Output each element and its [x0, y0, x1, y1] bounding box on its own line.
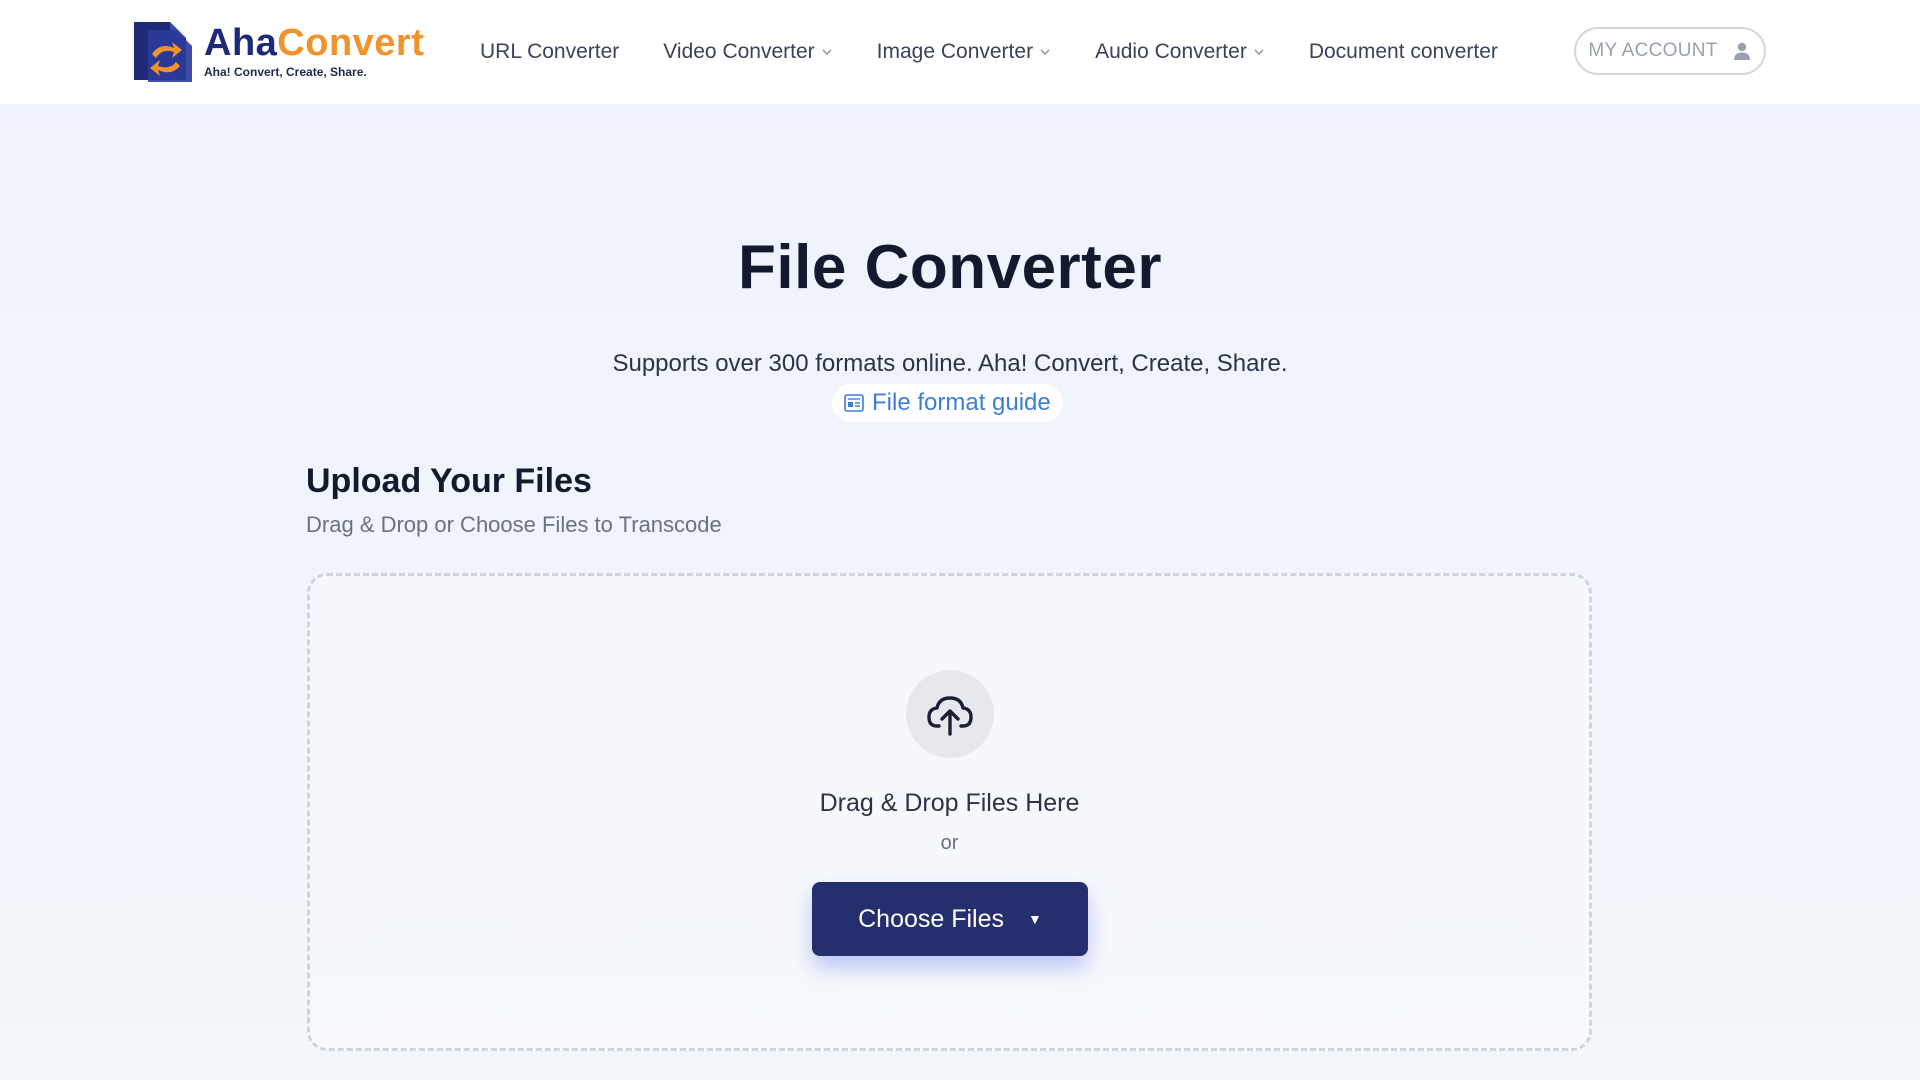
logo[interactable]: AhaConvert Aha! Convert, Create, Share.	[130, 20, 430, 82]
dropzone-text: Drag & Drop Files Here	[819, 789, 1080, 817]
logo-name-part2: Convert	[277, 22, 425, 64]
choose-files-label: Choose Files	[858, 904, 1005, 933]
logo-tagline: Aha! Convert, Create, Share.	[204, 65, 367, 79]
my-account-label: MY ACCOUNT	[1588, 40, 1718, 61]
choose-files-button[interactable]: Choose Files ▼	[812, 882, 1088, 956]
dropzone-or: or	[940, 832, 959, 854]
document-list-icon	[844, 394, 864, 412]
nav-label: URL Converter	[480, 40, 620, 63]
chevron-down-icon	[1254, 49, 1264, 55]
chevron-down-icon	[1040, 49, 1050, 55]
file-format-guide-link[interactable]: File format guide	[832, 384, 1063, 422]
main-nav: URL Converter Video Converter Image Conv…	[480, 0, 1542, 104]
file-format-guide-label: File format guide	[872, 389, 1051, 416]
file-dropzone[interactable]: Drag & Drop Files Here or Choose Files ▼	[307, 573, 1592, 1051]
page-subtitle: Supports over 300 formats online. Aha! C…	[612, 350, 1288, 377]
nav-document-converter[interactable]: Document converter	[1309, 40, 1498, 64]
site-header: AhaConvert Aha! Convert, Create, Share. …	[0, 0, 1920, 104]
upload-subheading: Drag & Drop or Choose Files to Transcode	[306, 512, 722, 537]
cloud-upload-icon	[927, 696, 973, 736]
cloud-upload-icon-wrapper	[906, 670, 994, 758]
upload-heading: Upload Your Files	[306, 462, 592, 500]
nav-audio-converter[interactable]: Audio Converter	[1095, 40, 1265, 64]
nav-label: Image Converter	[876, 40, 1034, 63]
nav-label: Audio Converter	[1095, 40, 1247, 63]
caret-down-icon: ▼	[1028, 911, 1042, 927]
my-account-button[interactable]: MY ACCOUNT	[1574, 27, 1766, 75]
nav-label: Document converter	[1308, 40, 1498, 63]
page-title: File Converter	[738, 233, 1162, 302]
logo-name-part1: Aha	[204, 22, 278, 64]
nav-image-converter[interactable]: Image Converter	[877, 40, 1051, 64]
nav-url-converter[interactable]: URL Converter	[480, 40, 619, 64]
logo-icon	[130, 20, 196, 82]
nav-label: Video Converter	[663, 40, 815, 63]
nav-video-converter[interactable]: Video Converter	[663, 40, 832, 64]
chevron-down-icon	[822, 49, 832, 55]
user-icon	[1733, 42, 1750, 60]
